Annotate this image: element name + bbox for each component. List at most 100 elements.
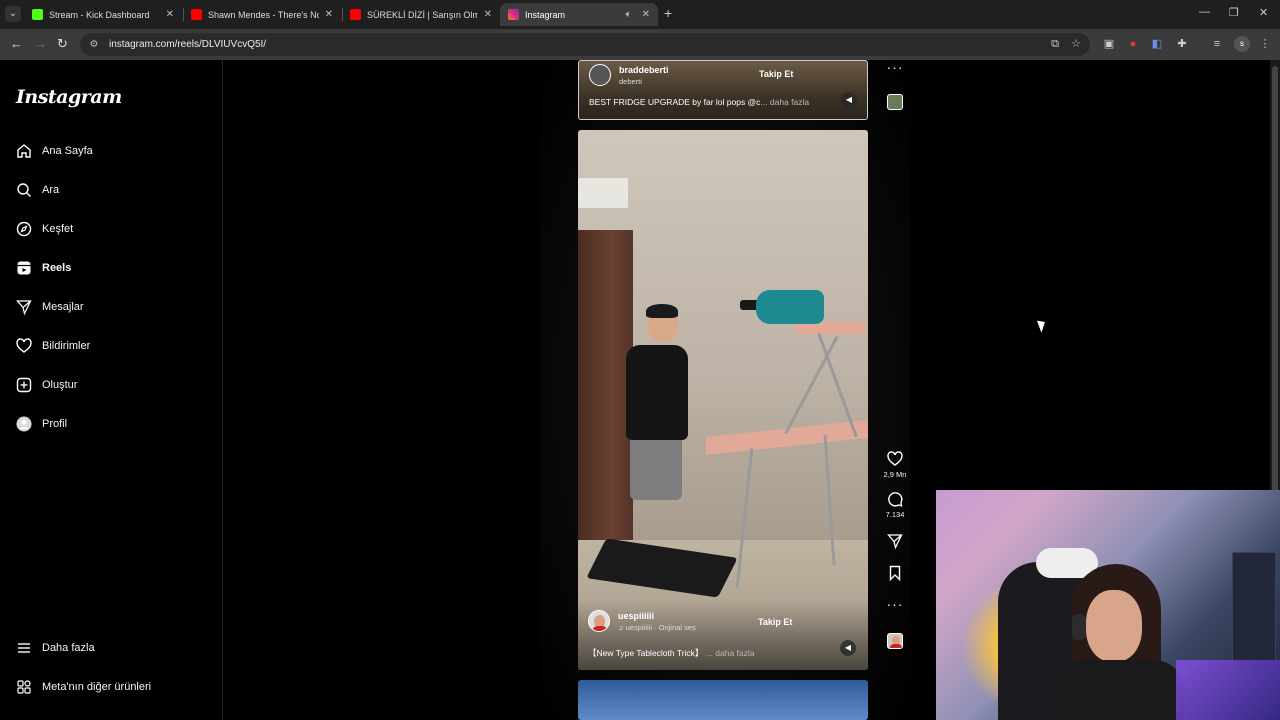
reload-icon[interactable]: ↻ [57, 36, 68, 52]
sidebar-item-label: Keşfet [42, 223, 74, 235]
reel-username[interactable]: uespiiiiii [618, 611, 696, 621]
streamer-face-image [1086, 590, 1142, 662]
sidebar-item-messages[interactable]: Mesajlar [16, 295, 84, 319]
sidebar-item-home[interactable]: Ana Sayfa [16, 139, 93, 163]
speaker-icon[interactable]: ◀︎ [841, 92, 857, 108]
install-app-icon[interactable]: ⧉ [1048, 37, 1062, 51]
new-tab-button[interactable]: + [664, 5, 672, 21]
sidebar-item-label: Oluştur [42, 379, 78, 391]
tab-title: Instagram [525, 9, 566, 20]
reel-actions: 2,9 Mn 7.134 ··· [880, 451, 910, 649]
plus-square-icon [16, 377, 32, 393]
avatar[interactable] [588, 610, 610, 632]
save-action[interactable] [887, 565, 903, 581]
like-action[interactable]: 2,9 Mn [883, 451, 907, 479]
bookmark-icon[interactable] [887, 565, 903, 581]
reel-caption[interactable]: BEST FRIDGE UPGRADE by far lol pops @c..… [589, 97, 809, 107]
sidebar-item-label: Ara [42, 184, 60, 196]
webcam-overlay [936, 490, 1280, 720]
extensions-puzzle-icon[interactable]: ✚ [1175, 37, 1189, 51]
reel-username[interactable]: braddeberti [619, 65, 669, 75]
caption-more-link[interactable]: ... daha fazla [760, 97, 809, 107]
air-conditioner-image [578, 178, 628, 208]
youtube-icon [191, 9, 202, 20]
reel-previous[interactable]: braddeberti deberti Takip Et BEST FRIDGE… [578, 60, 868, 120]
back-icon[interactable]: ← [10, 36, 23, 51]
tab-search-icon[interactable]: ⌄ [5, 6, 21, 22]
like-count: 2,9 Mn [883, 470, 907, 479]
table-leg [784, 335, 839, 435]
reel-video[interactable]: uespiiiiii ♫ uespiiiiii · Orijinal ses T… [578, 130, 868, 670]
sidebar-item-label: Mesajlar [42, 301, 84, 313]
comment-action[interactable]: 7.134 [886, 491, 904, 519]
compass-icon [16, 221, 32, 237]
sidebar: Instagram Ana Sayfa Ara Keşfet Reels Mes… [0, 60, 223, 720]
tab-instagram[interactable]: Instagram 🔈︎ ✕ [500, 3, 658, 26]
reel-author[interactable]: uespiiiiii ♫ uespiiiiii · Orijinal ses [588, 610, 696, 632]
reel-next[interactable] [578, 680, 868, 720]
sidebar-item-more[interactable]: Daha fazla [16, 636, 95, 660]
sidebar-item-reels[interactable]: Reels [16, 256, 71, 280]
sidebar-item-label: Reels [42, 262, 72, 274]
sidebar-item-label: Bildirimler [42, 340, 91, 352]
person-body-image [626, 345, 688, 440]
comment-icon[interactable] [887, 491, 903, 507]
reel-audio-label[interactable]: ♫ uespiiiiii · Orijinal ses [618, 623, 696, 632]
close-icon[interactable]: ✕ [642, 9, 650, 20]
site-info-icon[interactable]: ⚙︎ [87, 38, 101, 52]
close-icon[interactable]: ✕ [325, 9, 333, 20]
avatar-icon [16, 416, 32, 432]
bookmark-star-icon[interactable]: ☆ [1069, 37, 1083, 51]
minimize-icon[interactable]: — [1199, 6, 1210, 18]
tab-surekli-dizi[interactable]: SÜREKLİ DİZİ | Sarışın Olma İdd ✕ [342, 3, 500, 26]
audio-thumbnail[interactable] [887, 633, 903, 649]
avatar[interactable] [589, 64, 611, 86]
headset-image [1072, 614, 1086, 640]
window-close-icon[interactable]: ✕ [1259, 6, 1268, 19]
more-options-icon[interactable]: ··· [887, 597, 904, 611]
translate-extension-icon[interactable]: ◧ [1150, 37, 1164, 51]
tab-shawn-mendes[interactable]: Shawn Mendes - There's Nothin ✕ [183, 3, 341, 26]
caption-more-link[interactable]: ... daha fazla [706, 648, 755, 658]
reel-author[interactable]: braddeberti deberti [589, 64, 669, 86]
close-icon[interactable]: ✕ [484, 9, 492, 20]
home-icon [16, 143, 32, 159]
person-legs-image [630, 430, 682, 500]
audio-text: uespiiiiii · Orijinal ses [625, 622, 696, 632]
url-text[interactable]: instagram.com/reels/DLVIUVcvQ5I/ [109, 39, 266, 50]
caption-text: 【New Type Tablecloth Trick】 [588, 648, 704, 658]
share-action[interactable] [887, 533, 903, 549]
sidebar-item-profile[interactable]: Profil [16, 412, 67, 436]
forward-icon[interactable]: → [34, 36, 47, 51]
sidebar-item-label: Ana Sayfa [42, 145, 93, 157]
kebab-menu-icon[interactable]: ⋮ [1258, 37, 1272, 51]
browser-tab-strip: ⌄ Stream - Kick Dashboard ✕ Shawn Mendes… [0, 0, 1280, 29]
profile-avatar[interactable]: s [1234, 36, 1250, 52]
sidebar-item-search[interactable]: Ara [16, 178, 59, 202]
extension-tab-icon[interactable]: ▣ [1102, 37, 1116, 51]
sidebar-item-meta-products[interactable]: Meta'nın diğer ürünleri [16, 675, 151, 699]
restore-icon[interactable]: ❐ [1229, 6, 1239, 19]
instagram-logo[interactable]: Instagram [16, 86, 122, 108]
person-hair-image [646, 304, 678, 318]
address-bar[interactable]: ⚙︎ instagram.com/reels/DLVIUVcvQ5I/ [80, 33, 1090, 56]
speaker-icon[interactable]: 🔈︎ [626, 9, 632, 20]
speaker-icon[interactable]: ◀︎ [840, 640, 856, 656]
reel-caption[interactable]: 【New Type Tablecloth Trick】 ... daha faz… [588, 647, 754, 659]
sidebar-item-explore[interactable]: Keşfet [16, 217, 73, 241]
send-icon[interactable] [887, 533, 903, 549]
record-extension-icon[interactable]: ● [1126, 37, 1140, 51]
tab-kick-dashboard[interactable]: Stream - Kick Dashboard ✕ [24, 3, 182, 26]
media-control-icon[interactable]: ≡ [1210, 37, 1224, 51]
heart-icon[interactable] [887, 451, 903, 467]
sidebar-item-notifications[interactable]: Bildirimler [16, 334, 90, 358]
audio-thumbnail[interactable] [887, 94, 903, 110]
browser-toolbar: ← → ↻ ⚙︎ instagram.com/reels/DLVIUVcvQ5I… [0, 29, 1280, 60]
follow-button[interactable]: Takip Et [759, 69, 793, 79]
reel-audio-label[interactable]: deberti [619, 77, 669, 86]
more-options-icon[interactable]: ··· [887, 60, 904, 74]
close-icon[interactable]: ✕ [166, 9, 174, 20]
sidebar-item-create[interactable]: Oluştur [16, 373, 77, 397]
follow-button[interactable]: Takip Et [758, 617, 792, 627]
reels-icon [16, 260, 32, 276]
